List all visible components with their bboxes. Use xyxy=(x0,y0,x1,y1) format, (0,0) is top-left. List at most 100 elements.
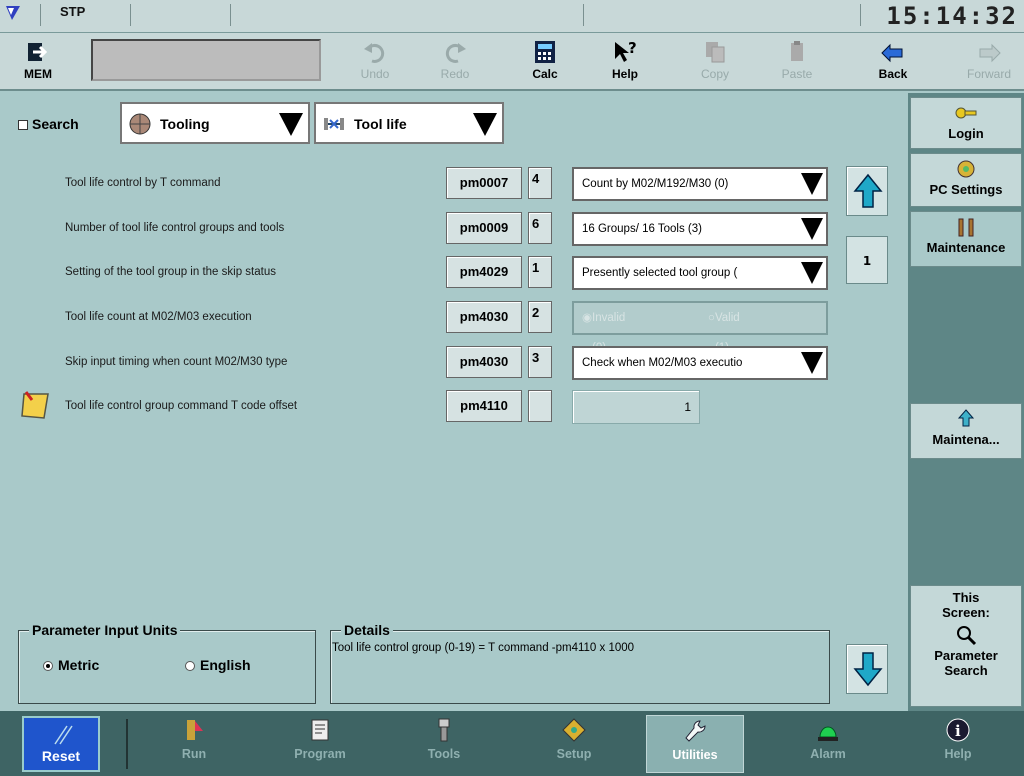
parameter-bit xyxy=(528,390,552,422)
back-label: Back xyxy=(878,67,908,81)
arrow-right-icon xyxy=(28,43,48,61)
parameter-description: Tool life control by T command xyxy=(65,177,221,189)
dropdown-arrow-icon[interactable] xyxy=(800,216,824,242)
run-icon xyxy=(187,720,203,740)
dropdown-arrow-icon[interactable] xyxy=(278,110,304,138)
svg-text:?: ? xyxy=(628,39,637,57)
maintenance-tab[interactable]: Maintenance xyxy=(910,211,1022,267)
group-title: Details xyxy=(341,622,393,638)
tools-label: Tools xyxy=(427,747,461,761)
magnifier-icon xyxy=(957,626,977,646)
parameter-value: 16 Groups/ 16 Tools (3) xyxy=(582,223,702,235)
nav-setup[interactable]: Setup xyxy=(526,715,622,773)
parameter-description: Tool life count at M02/M03 execution xyxy=(65,311,252,323)
category-select[interactable]: Tooling xyxy=(120,102,310,144)
nav-program[interactable]: Program xyxy=(272,715,368,773)
radio-dot[interactable] xyxy=(185,661,195,671)
copy-button[interactable]: Copy xyxy=(684,37,746,87)
checkbox-box[interactable] xyxy=(18,120,28,130)
wrench-icon xyxy=(685,720,706,742)
note-icon[interactable] xyxy=(20,390,52,422)
parameter-radio-group-disabled: ◉ Invalid (0) ○ Valid (1) xyxy=(572,301,828,354)
this-screen-param-search[interactable]: This Screen: Parameter Search xyxy=(910,585,1022,707)
reset-button[interactable]: Reset xyxy=(22,716,100,772)
maintena-button[interactable]: Maintena... xyxy=(910,403,1022,459)
radio-dot-selected[interactable] xyxy=(43,661,53,671)
parameter-value-select[interactable]: Check when M02/M03 executio xyxy=(572,346,828,380)
login-button[interactable]: Login xyxy=(910,97,1022,149)
key-icon xyxy=(955,107,977,119)
bottom-nav: Reset Run Program Tools Setup Utilities … xyxy=(0,711,1024,776)
subcategory-select[interactable]: Tool life xyxy=(314,102,504,144)
parameter-value-select[interactable]: Presently selected tool group ( xyxy=(572,256,828,290)
reset-slash-icon xyxy=(54,725,73,745)
forward-button[interactable]: Forward xyxy=(954,37,1024,87)
run-label: Run xyxy=(181,747,207,761)
dropdown-arrow-icon[interactable] xyxy=(800,260,824,286)
dropdown-arrow-icon[interactable] xyxy=(800,350,824,376)
parameter-number-field[interactable]: 1 xyxy=(572,390,700,424)
tool-life-icon xyxy=(324,118,344,130)
search-checkbox[interactable]: Search xyxy=(18,116,79,132)
redo-label: Redo xyxy=(440,67,470,81)
back-button[interactable]: Back xyxy=(862,37,924,87)
mem-button[interactable]: MEM xyxy=(8,37,68,87)
program-label: Program xyxy=(294,747,346,761)
undo-button[interactable]: Undo xyxy=(344,37,406,87)
nav-help[interactable]: i Help xyxy=(910,715,1006,773)
metric-radio[interactable]: Metric xyxy=(43,657,99,673)
login-label: Login xyxy=(948,126,984,141)
category-value: Tooling xyxy=(160,116,210,132)
arrow-up-icon xyxy=(853,173,883,208)
status-divider xyxy=(860,4,861,26)
status-divider xyxy=(130,4,131,26)
dropdown-arrow-icon[interactable] xyxy=(472,110,498,138)
pc-settings-button[interactable]: PC Settings xyxy=(910,153,1022,207)
wrench-icon xyxy=(958,218,974,237)
info-icon: i xyxy=(946,718,970,742)
parameter-bit: 6 xyxy=(528,212,552,244)
parameter-bit: 1 xyxy=(528,256,552,288)
brand-logo-icon xyxy=(6,6,20,20)
this-screen-line1: This xyxy=(952,590,980,605)
parameter-value-select[interactable]: 16 Groups/ 16 Tools (3) xyxy=(572,212,828,246)
parameter-row: Tool life control group command T code o… xyxy=(0,390,840,426)
program-document-icon xyxy=(311,719,329,741)
reset-label: Reset xyxy=(41,748,81,764)
nav-alarm[interactable]: Alarm xyxy=(780,715,876,773)
parameter-id: pm4110 xyxy=(446,390,522,422)
parameter-search-line1: Parameter xyxy=(934,648,998,663)
parameter-row: Setting of the tool group in the skip st… xyxy=(0,256,840,292)
nav-divider xyxy=(126,719,128,769)
parameter-row: Skip input timing when count M02/M30 typ… xyxy=(0,346,840,382)
paste-button[interactable]: Paste xyxy=(766,37,828,87)
alarm-beacon-icon xyxy=(818,726,838,741)
forward-label: Forward xyxy=(966,67,1011,81)
nav-utilities[interactable]: Utilities xyxy=(646,715,744,773)
forward-arrow-icon xyxy=(979,43,1001,63)
status-divider xyxy=(230,4,231,26)
parameter-id: pm0009 xyxy=(446,212,522,244)
status-divider xyxy=(40,4,41,26)
maintenance-up-icon xyxy=(957,409,975,427)
dropdown-arrow-icon[interactable] xyxy=(800,171,824,197)
nav-run[interactable]: Run xyxy=(146,715,242,773)
parameter-input-units-group: Parameter Input Units Metric English xyxy=(18,622,316,704)
help-button[interactable]: ? Help xyxy=(594,37,656,87)
maintenance-label: Maintenance xyxy=(926,240,1006,255)
scroll-down-button[interactable] xyxy=(846,644,888,694)
parameter-row: Tool life count at M02/M03 execution pm4… xyxy=(0,301,840,354)
parameter-bit: 3 xyxy=(528,346,552,378)
english-radio[interactable]: English xyxy=(185,657,251,673)
group-title: Parameter Input Units xyxy=(29,622,181,638)
back-arrow-icon xyxy=(881,43,903,63)
redo-button[interactable]: Redo xyxy=(424,37,486,87)
calc-button[interactable]: Calc xyxy=(514,37,576,87)
nav-tools[interactable]: Tools xyxy=(396,715,492,773)
machine-mode: STP xyxy=(60,4,86,19)
parameter-row: Number of tool life control groups and t… xyxy=(0,212,840,248)
parameter-description: Tool life control group command T code o… xyxy=(65,400,298,412)
utilities-label: Utilities xyxy=(672,748,718,762)
scroll-up-button[interactable] xyxy=(846,166,888,216)
parameter-value-select[interactable]: Count by M02/M192/M30 (0) xyxy=(572,167,828,201)
